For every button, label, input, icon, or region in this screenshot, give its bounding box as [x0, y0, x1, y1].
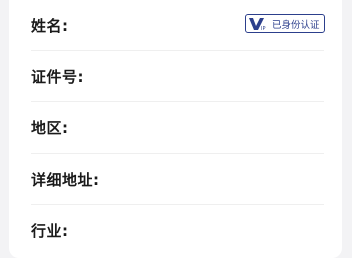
region-row: 地区: [31, 102, 324, 153]
region-label: 地区: [31, 119, 69, 137]
identity-verified-label: 已身份认证 [272, 19, 320, 31]
name-label: 姓名: [31, 17, 69, 35]
industry-row: 行业: [31, 205, 324, 256]
address-label: 详细地址: [31, 171, 100, 189]
svg-text:IP: IP [261, 26, 266, 31]
identity-verified-badge: IP 已身份认证 [245, 14, 325, 33]
profile-info-card: 姓名: IP 已身份认证 证件号: 地区: 详细地址: 行业: [9, 0, 342, 258]
industry-label: 行业: [31, 222, 69, 240]
id-number-label: 证件号: [31, 68, 84, 86]
id-number-row: 证件号: [31, 51, 324, 102]
vip-icon: IP [249, 18, 266, 31]
address-row: 详细地址: [31, 154, 324, 205]
